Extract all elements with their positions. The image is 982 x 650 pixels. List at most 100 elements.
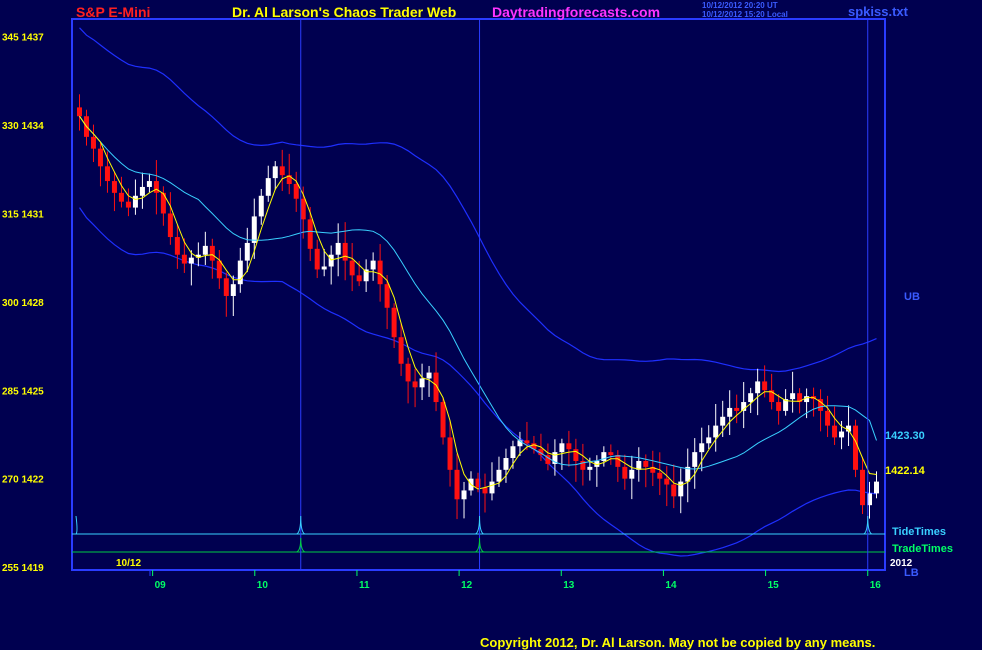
candle-body bbox=[622, 466, 628, 479]
candle-body bbox=[790, 393, 796, 400]
candle-body bbox=[825, 410, 831, 426]
candle-body bbox=[244, 242, 250, 261]
candle-body bbox=[258, 195, 264, 217]
candle-body bbox=[496, 469, 502, 482]
mid-moving-average bbox=[79, 115, 877, 470]
candle-body bbox=[230, 284, 236, 296]
candle-body bbox=[503, 458, 509, 470]
candle-body bbox=[426, 372, 432, 379]
candle-body bbox=[776, 402, 782, 411]
y-axis-label: 255 1419 bbox=[2, 563, 44, 574]
x-axis-label: 11 bbox=[359, 580, 370, 591]
candle-body bbox=[804, 396, 810, 403]
timestamp-local: 10/12/2012 15:20 Local bbox=[702, 10, 788, 19]
x-axis-label: 13 bbox=[563, 580, 575, 591]
candle-body bbox=[664, 478, 670, 485]
candle-body bbox=[832, 425, 838, 438]
mid-ma-value: 1423.30 bbox=[885, 430, 925, 442]
y-axis-label: 270 1422 bbox=[2, 475, 44, 486]
upper-band-label: UB bbox=[904, 291, 920, 303]
lower-band-label: LB bbox=[904, 567, 919, 579]
x-axis-label: 16 bbox=[870, 580, 882, 591]
fast-moving-average bbox=[79, 115, 877, 490]
candle-body bbox=[272, 166, 278, 179]
candle-body bbox=[734, 407, 740, 411]
candle-body bbox=[405, 363, 411, 382]
candle-body bbox=[377, 260, 383, 285]
candle-body bbox=[300, 198, 306, 220]
candle-body bbox=[447, 437, 453, 470]
candle-body bbox=[748, 393, 754, 403]
candle-body bbox=[97, 148, 103, 167]
x-axis-label: 09 bbox=[155, 580, 167, 591]
candle-body bbox=[139, 186, 145, 196]
candle-body bbox=[188, 257, 194, 264]
candle-body bbox=[356, 275, 362, 282]
x-axis-label: 15 bbox=[768, 580, 780, 591]
candle-body bbox=[608, 452, 614, 456]
candle-body bbox=[510, 446, 516, 459]
candle-body bbox=[398, 337, 404, 364]
x-axis-label: 12 bbox=[461, 580, 473, 591]
site-url: Daytradingforecasts.com bbox=[492, 4, 660, 20]
candle-body bbox=[153, 181, 159, 193]
candle-body bbox=[566, 443, 572, 450]
candle-body bbox=[111, 181, 117, 193]
candle-body bbox=[692, 452, 698, 467]
candle-body bbox=[321, 266, 327, 270]
symbol-label: S&P E-Mini bbox=[76, 4, 150, 20]
candle-body bbox=[727, 407, 733, 417]
y-axis-label: 345 1437 bbox=[2, 33, 44, 44]
candle-body bbox=[132, 195, 138, 208]
candle-body bbox=[454, 469, 460, 500]
candle-body bbox=[629, 469, 635, 479]
y-axis-label: 330 1434 bbox=[2, 121, 44, 132]
candle-body bbox=[237, 260, 243, 285]
candle-body bbox=[125, 201, 131, 208]
candle-body bbox=[202, 245, 208, 255]
candle-body bbox=[349, 260, 355, 276]
candle-body bbox=[587, 466, 593, 470]
candle-body bbox=[335, 242, 341, 255]
candle-body bbox=[293, 184, 299, 199]
candle-body bbox=[391, 307, 397, 338]
candle-body bbox=[762, 381, 768, 391]
candle-body bbox=[874, 481, 880, 494]
candle-body bbox=[643, 460, 649, 467]
candle-body bbox=[384, 284, 390, 308]
chart: 345 1437 330 1434 315 1431 300 1428 285 1425… bbox=[2, 1, 953, 650]
candle-body bbox=[90, 136, 96, 149]
candle-body bbox=[118, 192, 124, 202]
candle-body bbox=[489, 481, 495, 494]
candle-body bbox=[419, 378, 425, 388]
candle-body bbox=[853, 425, 859, 470]
copyright: Copyright 2012, Dr. Al Larson. May not b… bbox=[480, 635, 875, 650]
candle-body bbox=[657, 472, 663, 479]
candle-body bbox=[279, 166, 285, 176]
source-file: spkiss.txt bbox=[848, 4, 909, 19]
candle-body bbox=[146, 181, 152, 187]
candle-body bbox=[314, 248, 320, 270]
site-title: Dr. Al Larson's Chaos Trader Web bbox=[232, 4, 456, 20]
candle-body bbox=[699, 443, 705, 453]
y-axis-label: 285 1425 bbox=[2, 386, 44, 397]
candle-body bbox=[678, 481, 684, 497]
candle-body bbox=[713, 425, 719, 438]
candle-body bbox=[524, 440, 530, 444]
tide-spike bbox=[75, 515, 78, 535]
candle-body bbox=[328, 254, 334, 267]
trade-times-label: TradeTimes bbox=[892, 543, 953, 555]
fast-ma-value: 1422.14 bbox=[885, 465, 926, 477]
candle-body bbox=[706, 437, 712, 444]
x-axis-label: 10 bbox=[257, 580, 269, 591]
candle-body bbox=[615, 455, 621, 467]
candle-body bbox=[174, 237, 180, 255]
x-axis-label: 14 bbox=[665, 580, 677, 591]
candle-body bbox=[671, 484, 677, 497]
candle-body bbox=[167, 213, 173, 238]
candle-body bbox=[559, 443, 565, 453]
candle-body bbox=[342, 242, 348, 261]
candle-body bbox=[307, 219, 313, 249]
candle-body bbox=[251, 216, 257, 243]
candle-body bbox=[209, 245, 215, 261]
